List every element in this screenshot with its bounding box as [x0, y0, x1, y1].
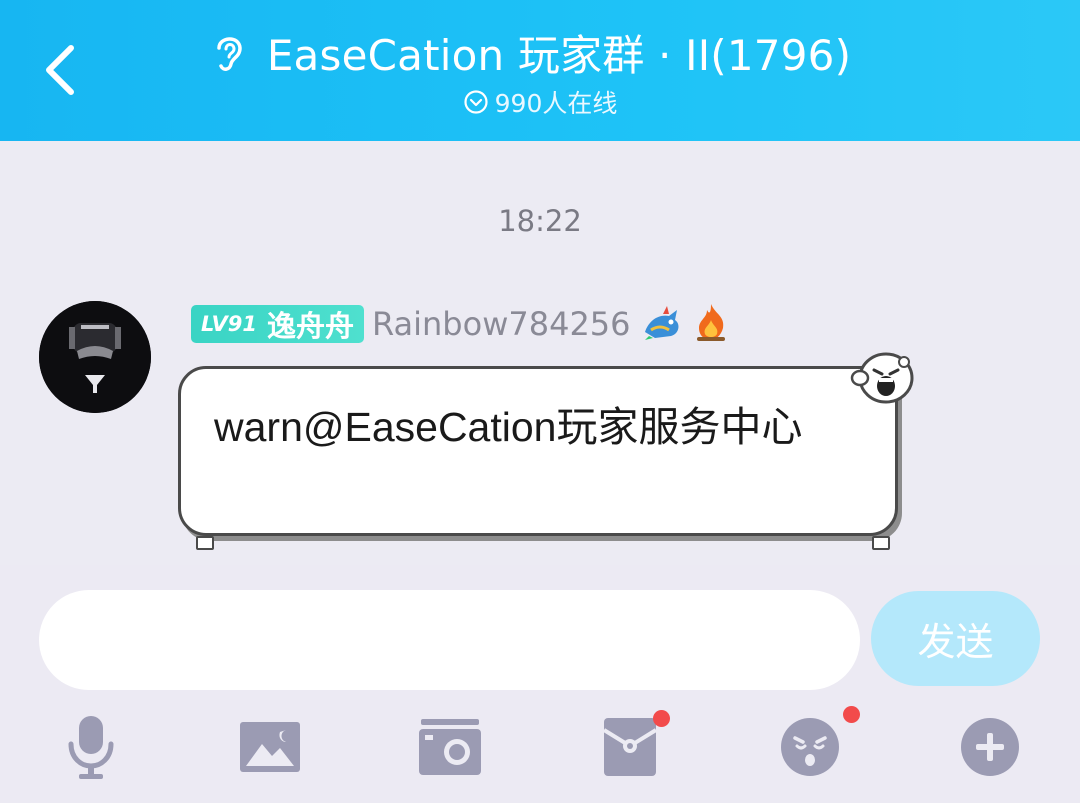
- sender-info: LV91 逸舟舟 Rainbow784256: [191, 304, 729, 344]
- bubble-decoration: [196, 536, 214, 550]
- red-packet-button[interactable]: [595, 710, 670, 782]
- emoji-button[interactable]: [775, 706, 860, 782]
- voice-button[interactable]: [56, 712, 126, 782]
- camera-button[interactable]: [415, 712, 485, 782]
- fire-icon: [693, 302, 729, 346]
- online-label: 990人在线: [494, 89, 618, 118]
- image-button[interactable]: [235, 712, 305, 782]
- microphone-icon: [68, 716, 114, 779]
- bubble-decoration: [872, 536, 890, 550]
- emoji-icon: [781, 718, 839, 776]
- plus-icon: [961, 718, 1019, 776]
- group-title: EaseCation 玩家群 · II(1796): [266, 30, 852, 80]
- message-input[interactable]: [39, 590, 860, 690]
- online-count[interactable]: 990人在线: [0, 84, 1080, 120]
- send-button[interactable]: 发送: [871, 591, 1040, 686]
- camera-icon: [419, 719, 481, 775]
- avatar-image: [39, 301, 151, 413]
- level-badge: LV91 逸舟舟: [191, 305, 364, 343]
- dragon-icon: [641, 302, 683, 346]
- message-timestamp: 18:22: [498, 204, 582, 238]
- notification-dot: [843, 706, 860, 723]
- chat-header: EaseCation 玩家群 · II(1796) 990人在线: [0, 0, 1080, 141]
- level-label: LV91: [201, 312, 257, 336]
- message-text: warn@EaseCation玩家服务中心: [214, 404, 803, 450]
- chevron-down-circle-icon: [464, 90, 488, 114]
- avatar[interactable]: [39, 301, 151, 413]
- image-icon: [240, 722, 300, 772]
- title-row[interactable]: EaseCation 玩家群 · II(1796): [0, 22, 1080, 82]
- sender-username[interactable]: Rainbow784256: [372, 305, 631, 343]
- ear-icon: [217, 37, 242, 71]
- notification-dot: [653, 710, 670, 727]
- more-button[interactable]: [955, 712, 1025, 782]
- sender-nickname: 逸舟舟: [266, 309, 354, 343]
- red-packet-icon: [602, 718, 658, 776]
